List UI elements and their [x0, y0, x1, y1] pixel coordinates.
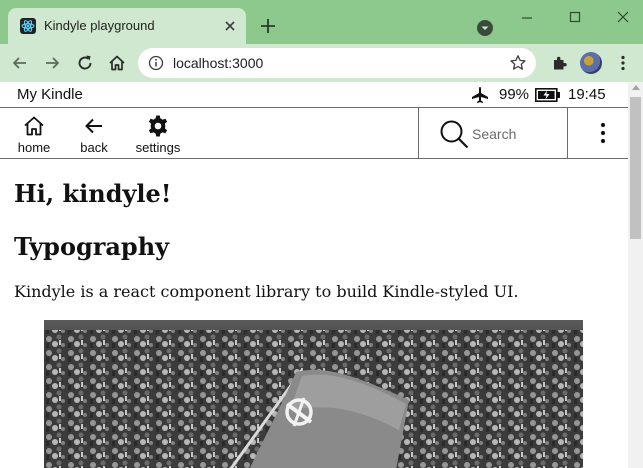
- close-tab-icon[interactable]: [221, 17, 239, 35]
- intro-paragraph: Kindyle is a react component library to …: [14, 282, 519, 301]
- address-bar[interactable]: localhost:3000: [138, 48, 536, 78]
- search-icon[interactable]: [438, 118, 470, 150]
- forward-arrow-icon[interactable]: [42, 53, 62, 73]
- toolbar-divider: [418, 108, 419, 158]
- back-button[interactable]: back: [74, 108, 114, 158]
- browser-tabstrip: Kindyle playground: [0, 0, 643, 44]
- home-icon: [24, 116, 44, 136]
- site-info-icon[interactable]: [148, 55, 164, 71]
- device-name: My Kindle: [17, 86, 83, 103]
- clock: 19:45: [568, 86, 606, 103]
- react-icon: [20, 18, 36, 34]
- more-vertical-icon[interactable]: [594, 121, 612, 145]
- gear-icon: [148, 115, 168, 137]
- extensions-puzzle-icon[interactable]: [550, 53, 570, 73]
- minimize-icon[interactable]: [515, 8, 539, 28]
- new-tab-icon[interactable]: [259, 17, 277, 35]
- page-viewport: My Kindle 99% 19:45 home back settings S…: [0, 82, 628, 468]
- url-text[interactable]: localhost:3000: [173, 55, 263, 71]
- home-icon[interactable]: [107, 53, 127, 73]
- close-window-icon[interactable]: [611, 8, 635, 28]
- home-label: home: [17, 140, 51, 155]
- battery-percent: 99%: [499, 86, 530, 103]
- back-arrow-icon: [85, 118, 102, 134]
- browser-toolbar: localhost:3000: [0, 44, 643, 82]
- kindle-status-bar: My Kindle 99% 19:45: [0, 82, 628, 108]
- scroll-up-arrow-icon[interactable]: [632, 85, 640, 90]
- home-button[interactable]: home: [14, 108, 54, 158]
- battery-charging-icon: [535, 88, 560, 102]
- tab-title: Kindyle playground: [44, 18, 155, 33]
- toolbar-divider: [567, 108, 568, 158]
- back-label: back: [80, 140, 108, 155]
- hero-image: [44, 320, 583, 468]
- greeting-heading: Hi, kindyle!: [14, 179, 172, 208]
- reload-icon[interactable]: [75, 53, 95, 73]
- section-heading: Typography: [14, 232, 170, 261]
- profile-avatar[interactable]: [580, 52, 602, 74]
- browser-menu-icon[interactable]: [614, 54, 632, 72]
- tab-search-icon[interactable]: [476, 19, 494, 37]
- bookmark-star-icon[interactable]: [509, 54, 527, 72]
- vertical-scrollbar[interactable]: [628, 82, 643, 468]
- search-input[interactable]: [470, 122, 564, 146]
- airplane-mode-icon: [472, 87, 488, 103]
- kindle-toolbar: home back settings: [0, 108, 628, 159]
- browser-tab[interactable]: Kindyle playground: [8, 8, 246, 44]
- scroll-thumb[interactable]: [630, 97, 641, 239]
- maximize-icon[interactable]: [563, 8, 587, 28]
- settings-label: settings: [135, 140, 181, 155]
- settings-button[interactable]: settings: [132, 108, 184, 158]
- back-arrow-icon[interactable]: [10, 53, 30, 73]
